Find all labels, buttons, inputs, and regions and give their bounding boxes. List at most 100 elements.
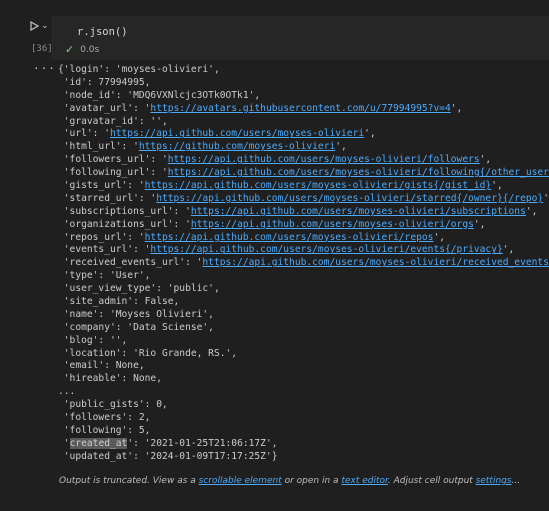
output-line: 'site_admin': False, [58, 296, 546, 309]
output-text: ', [450, 102, 463, 114]
output-line: 'blog': '', [58, 335, 546, 348]
output-line: 'url': 'https://api.github.com/users/moy… [58, 128, 546, 141]
output-url-link[interactable]: https://api.github.com/users/moyses-oliv… [156, 193, 543, 204]
output-url-link[interactable]: https://api.github.com/users/moyses-oliv… [168, 154, 480, 165]
output-text: 'avatar_url': ' [58, 102, 151, 114]
output-text: ': '2021-01-25T21:06:17Z', [127, 437, 278, 449]
output-text: 'html_url': ' [58, 141, 139, 153]
output-text: ', [543, 192, 549, 204]
output-text: 'email': None, [58, 360, 145, 372]
output-line: 'organizations_url': 'https://api.github… [58, 219, 546, 232]
output-url-link[interactable]: https://api.github.com/users/moyses-oliv… [191, 206, 526, 217]
output-line: {'login': 'moyses-olivieri', [58, 64, 546, 77]
output-line: 'followers': 2, [58, 412, 546, 425]
output-text: 'gists_url': ' [58, 180, 145, 192]
output-text: 'received_events_url': ' [58, 257, 203, 269]
output-url-link[interactable]: https://api.github.com/users/moyses-oliv… [150, 244, 502, 255]
output-url-link[interactable]: https://api.github.com/users/moyses-oliv… [145, 180, 492, 191]
output-line: 'company': 'Data Sciense', [58, 322, 546, 335]
note-text: Output is truncated. View as a [59, 476, 199, 486]
output-text: 'site_admin': False, [58, 296, 180, 308]
output-line: 'gravatar_id': '', [58, 116, 546, 129]
output-url-link[interactable]: https://avatars.githubusercontent.com/u/… [150, 103, 450, 114]
output-text: 'type': 'User', [58, 270, 151, 282]
output-text: 'gravatar_id': '', [58, 115, 168, 127]
output-text: ... [58, 386, 76, 398]
output-text: 'updated_at': '2024-01-09T17:17:25Z'} [58, 450, 278, 462]
run-cell-button[interactable]: ⌄ [30, 18, 54, 34]
output-text: 'following_url': ' [58, 167, 168, 179]
search-highlight: created_at [69, 437, 128, 449]
output-line: 'created_at': '2021-01-25T21:06:17Z', [58, 437, 546, 451]
output-line: 'user_view_type': 'public', [58, 283, 546, 296]
output-text: 'following': 5, [58, 424, 151, 436]
output-url-link[interactable]: https://api.github.com/users/moyses-oliv… [191, 219, 474, 230]
output-text: 'user_view_type': 'public', [58, 283, 220, 295]
output-line: 'type': 'User', [58, 270, 546, 283]
output-text: 'hireable': None, [58, 373, 162, 385]
output-line: 'name': 'Moyses Olivieri', [58, 309, 546, 322]
output-line: ... [58, 386, 546, 399]
check-icon: ✓ [65, 43, 75, 56]
output-line: 'html_url': 'https://github.com/moyses-o… [58, 141, 546, 154]
output-line: 'updated_at': '2024-01-09T17:17:25Z'} [58, 451, 546, 464]
output-text: 'public_gists': 0, [58, 399, 168, 411]
chevron-down-icon[interactable]: ⌄ [41, 21, 49, 31]
output-text: {'login': 'moyses-olivieri', [58, 64, 220, 75]
run-icon [30, 21, 39, 31]
output-text: 'repos_url': ' [58, 231, 145, 243]
output-text: 'followers_url': ' [58, 154, 168, 166]
output-text: ', [433, 231, 445, 243]
output-line: 'events_url': 'https://api.github.com/us… [58, 244, 546, 257]
output-text: 'events_url': ' [58, 244, 151, 256]
output-text: 'company': 'Data Sciense', [58, 321, 214, 333]
output-line: 'subscriptions_url': 'https://api.github… [58, 206, 546, 219]
output-text: 'starred_url': ' [58, 192, 157, 204]
output-line: 'avatar_url': 'https://avatars.githubuse… [58, 103, 546, 116]
output-text: ', [473, 218, 486, 230]
code-line[interactable]: r.json() [77, 26, 128, 38]
note-text: . Adjust cell output [387, 476, 476, 486]
execution-duration: 0.0s [80, 44, 100, 55]
output-text: 'id': 77994995, [58, 76, 151, 88]
output-url-link[interactable]: https://github.com/moyses-olivieri [139, 141, 335, 152]
settings-link[interactable]: settings [476, 476, 512, 486]
output-text: 'location': 'Rio Grande, RS.', [58, 347, 238, 359]
output-line: 'email': None, [58, 360, 546, 373]
output-url-link[interactable]: https://api.github.com/users/moyses-oliv… [145, 232, 434, 243]
output-text: 'followers': 2, [58, 412, 151, 424]
output-line: 'hireable': None, [58, 373, 546, 386]
output-line: 'starred_url': 'https://api.github.com/u… [58, 192, 549, 206]
output-text: ', [525, 205, 538, 217]
scrollable-element-link[interactable]: scrollable element [199, 476, 282, 486]
output-line: 'repos_url': 'https://api.github.com/use… [58, 232, 546, 245]
text-editor-link[interactable]: text editor [341, 476, 387, 486]
output-text: 'blog': '', [58, 334, 128, 346]
output-line: 'following': 5, [58, 425, 546, 438]
output-text: 'name': 'Moyses Olivieri', [58, 308, 214, 320]
note-text: ... [511, 476, 521, 486]
output-text: ', [335, 141, 347, 153]
note-text: or open in a [281, 476, 342, 486]
output-line: 'gists_url': 'https://api.github.com/use… [58, 180, 546, 193]
output-text: 'subscriptions_url': ' [58, 205, 191, 217]
output-line: 'public_gists': 0, [58, 399, 546, 412]
output-line: 'node_id': 'MDQ6VXNlcjc3OTk0OTk1', [58, 90, 546, 103]
output-text: 'node_id': 'MDQ6VXNlcjc3OTk0OTk1', [58, 89, 261, 101]
output-url-link[interactable]: https://api.github.com/users/moyses-oliv… [202, 257, 549, 268]
output-url-link[interactable]: https://api.github.com/users/moyses-oliv… [168, 167, 549, 178]
output-line: 'following_url': 'https://api.github.com… [58, 167, 549, 180]
output-text: ' [58, 437, 70, 449]
output-text: ', [502, 244, 515, 256]
output-line: 'followers_url': 'https://api.github.com… [58, 154, 546, 167]
output-url-link[interactable]: https://api.github.com/users/moyses-oliv… [110, 128, 364, 139]
more-icon[interactable]: ··· [33, 62, 56, 75]
output-text: 'url': ' [58, 128, 110, 140]
output-line: 'received_events_url': 'https://api.gith… [58, 257, 549, 270]
execution-count: [36] [31, 44, 53, 54]
output-line: 'location': 'Rio Grande, RS.', [58, 348, 546, 361]
code-cell[interactable]: r.json() ✓ 0.0s [52, 16, 549, 60]
output-text: ', [364, 128, 376, 140]
output-text: ', [491, 180, 503, 192]
cell-output: {'login': 'moyses-olivieri', 'id': 77994… [58, 64, 549, 464]
